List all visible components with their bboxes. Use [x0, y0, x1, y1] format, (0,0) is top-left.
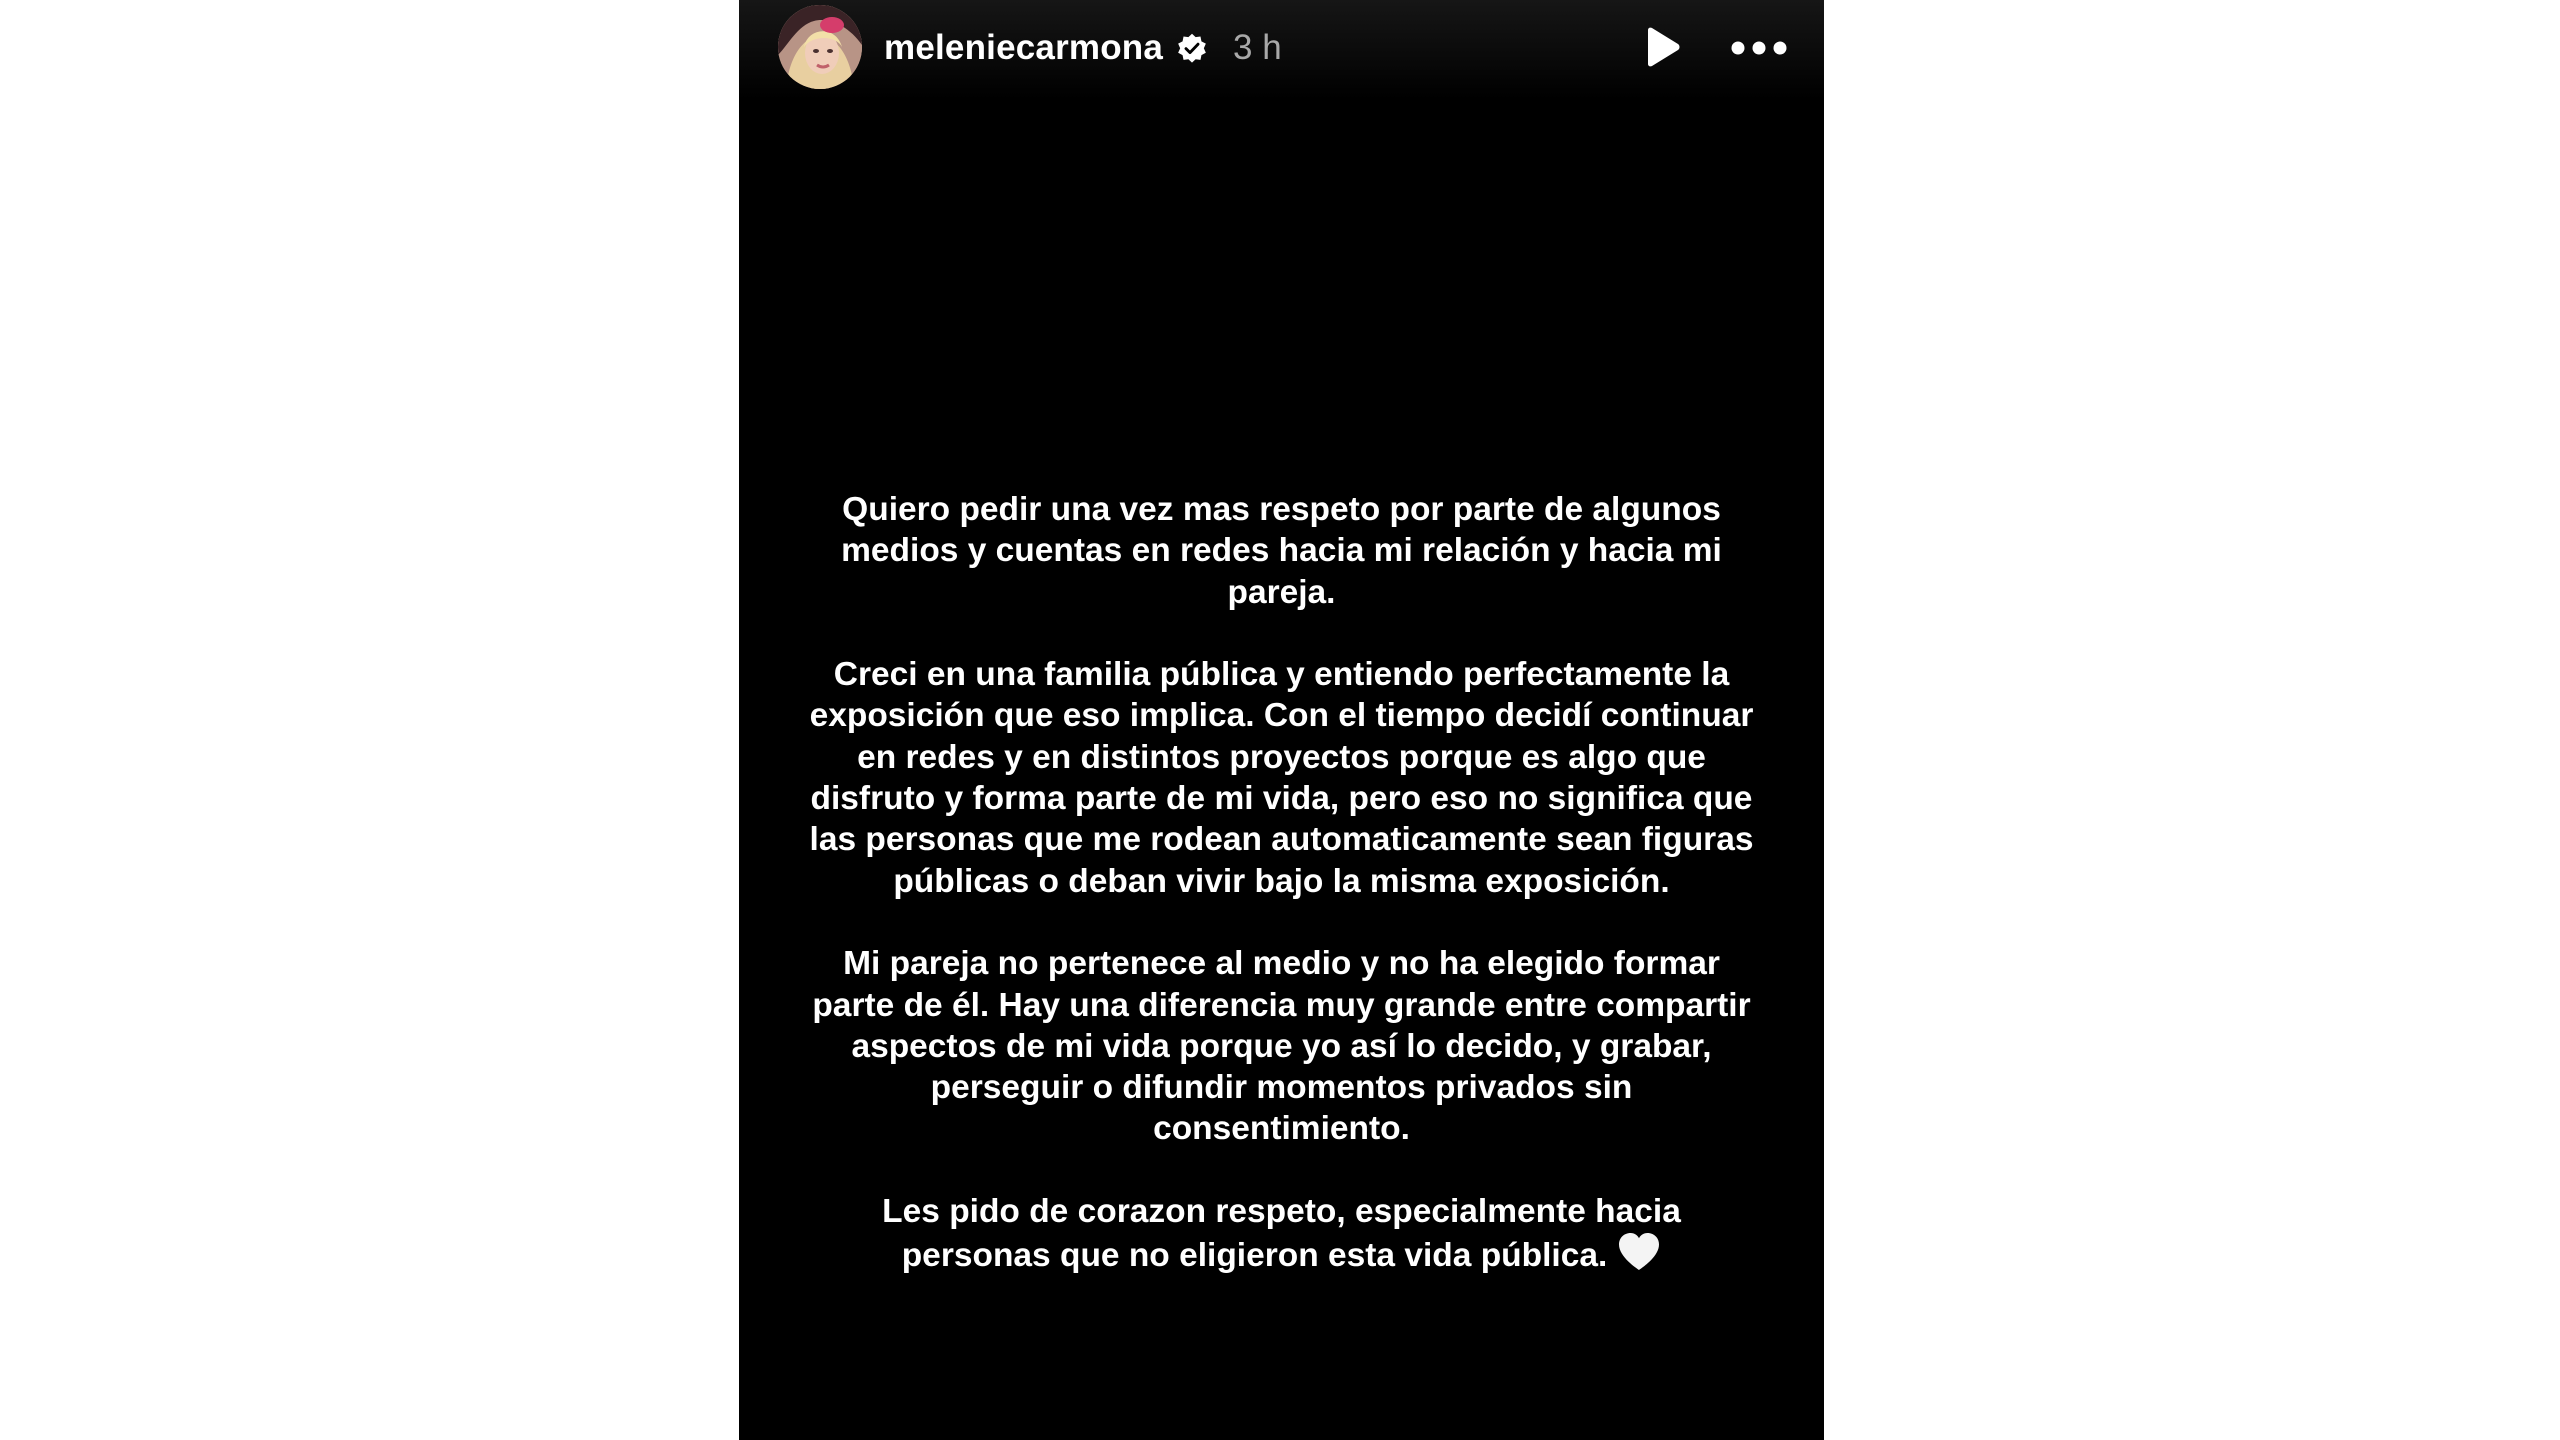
- verified-badge-icon: [1176, 33, 1208, 65]
- avatar[interactable]: [778, 5, 862, 89]
- story-paragraph-3: Mi pareja no pertenece al medio y no ha …: [812, 945, 1751, 1148]
- story-text-content: Quiero pedir una vez mas respeto por par…: [769, 489, 1794, 1277]
- story-paragraph-4: Les pido de corazon respeto, especialmen…: [769, 1191, 1794, 1277]
- story-header: meleniecarmona 3 h: [739, 0, 1824, 100]
- story-paragraph-4-text: Les pido de corazon respeto, especialmen…: [882, 1193, 1681, 1275]
- username[interactable]: meleniecarmona: [884, 26, 1163, 70]
- play-icon: [1648, 27, 1680, 67]
- play-button[interactable]: [1639, 25, 1683, 69]
- story-paragraph-1: Quiero pedir una vez mas respeto por par…: [841, 491, 1722, 611]
- more-options-button[interactable]: [1729, 30, 1789, 66]
- story-timestamp: 3 h: [1233, 28, 1282, 67]
- story-viewer: meleniecarmona 3 h Quiero pedir una vez …: [739, 0, 1824, 1440]
- more-options-icon: [1731, 41, 1787, 55]
- story-paragraph-2: Creci en una familia pública y entiendo …: [809, 656, 1754, 900]
- white-heart-icon: [1617, 1232, 1661, 1272]
